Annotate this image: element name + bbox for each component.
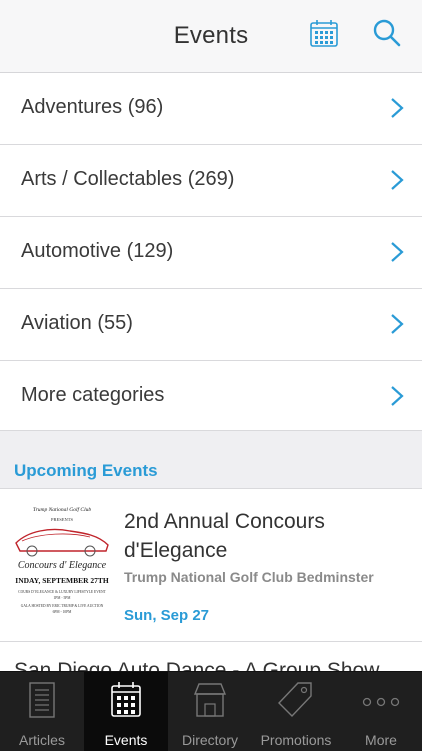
tab-bar: Articles Events Directory Promotions Mor…: [0, 671, 422, 751]
chevron-right-icon: [391, 314, 404, 334]
event-title: 2nd Annual Concours d'Elegance: [124, 510, 325, 562]
thumb-line: INDAY, SEPTEMBER 27TH: [15, 576, 109, 585]
chevron-right-icon: [391, 98, 404, 118]
navigation-bar: Events: [0, 0, 422, 73]
section-header: Upcoming Events: [0, 450, 422, 489]
tab-events[interactable]: Events: [84, 672, 168, 751]
tag-icon: [278, 682, 312, 718]
category-item-adventures[interactable]: Adventures (96): [0, 73, 422, 145]
tab-label: Articles: [19, 732, 65, 748]
category-label: More categories: [21, 384, 165, 406]
tab-articles[interactable]: Articles: [0, 672, 84, 751]
tab-label: Directory: [181, 732, 238, 748]
category-label: Adventures (96): [21, 96, 164, 118]
store-icon: [193, 683, 227, 717]
thumb-line: Trump National Golf Club: [33, 506, 91, 513]
thumb-line: 1PM - 5PM: [54, 596, 72, 600]
thumb-line: Concours d' Elegance: [18, 560, 107, 571]
event-item[interactable]: San Diego Auto Dance - A Group Show: [0, 641, 422, 671]
chevron-right-icon: [391, 170, 404, 190]
thumb-line: 6PM - 10PM: [53, 610, 73, 614]
tab-directory[interactable]: Directory: [168, 672, 252, 751]
event-venue: Trump National Golf Club Bedminster: [124, 569, 374, 585]
tab-label: Promotions: [260, 732, 332, 748]
search-icon[interactable]: [372, 18, 406, 52]
calendar-icon: [111, 682, 141, 717]
category-item-automotive[interactable]: Automotive (129): [0, 217, 422, 289]
event-title: San Diego Auto Dance - A Group Show: [14, 659, 380, 671]
thumb-line: COURS D' ELEGANCE & LUXURY LIFESTYLE EVE…: [18, 590, 106, 594]
page-title: Events: [173, 22, 249, 49]
event-item[interactable]: Trump National Golf Club PRESENTS Concou…: [0, 489, 422, 642]
category-label: Automotive (129): [21, 240, 174, 262]
thumb-line: GALA HOSTED BY ERIC TRUMP & LIVE AUCTION: [21, 604, 104, 608]
section-spacer: [0, 430, 422, 451]
category-item-more[interactable]: More categories: [0, 361, 422, 432]
category-label: Arts / Collectables (269): [21, 168, 235, 190]
tab-label: More: [365, 732, 397, 748]
event-date: Sun, Sep 27: [124, 607, 210, 624]
category-label: Aviation (55): [21, 312, 133, 334]
chevron-right-icon: [391, 386, 404, 406]
category-list: Adventures (96) Arts / Collectables (269…: [0, 73, 422, 432]
tab-label: Events: [104, 732, 148, 748]
section-title: Upcoming Events: [14, 461, 158, 480]
more-icon: [362, 697, 400, 707]
articles-icon: [29, 682, 55, 718]
event-thumbnail: Trump National Golf Club PRESENTS Concou…: [10, 501, 114, 619]
thumb-line: PRESENTS: [51, 517, 74, 522]
category-item-aviation[interactable]: Aviation (55): [0, 289, 422, 361]
tab-promotions[interactable]: Promotions: [252, 672, 340, 751]
category-item-arts[interactable]: Arts / Collectables (269): [0, 145, 422, 217]
chevron-right-icon: [391, 242, 404, 262]
calendar-icon[interactable]: [309, 18, 343, 52]
tab-more[interactable]: More: [340, 672, 422, 751]
